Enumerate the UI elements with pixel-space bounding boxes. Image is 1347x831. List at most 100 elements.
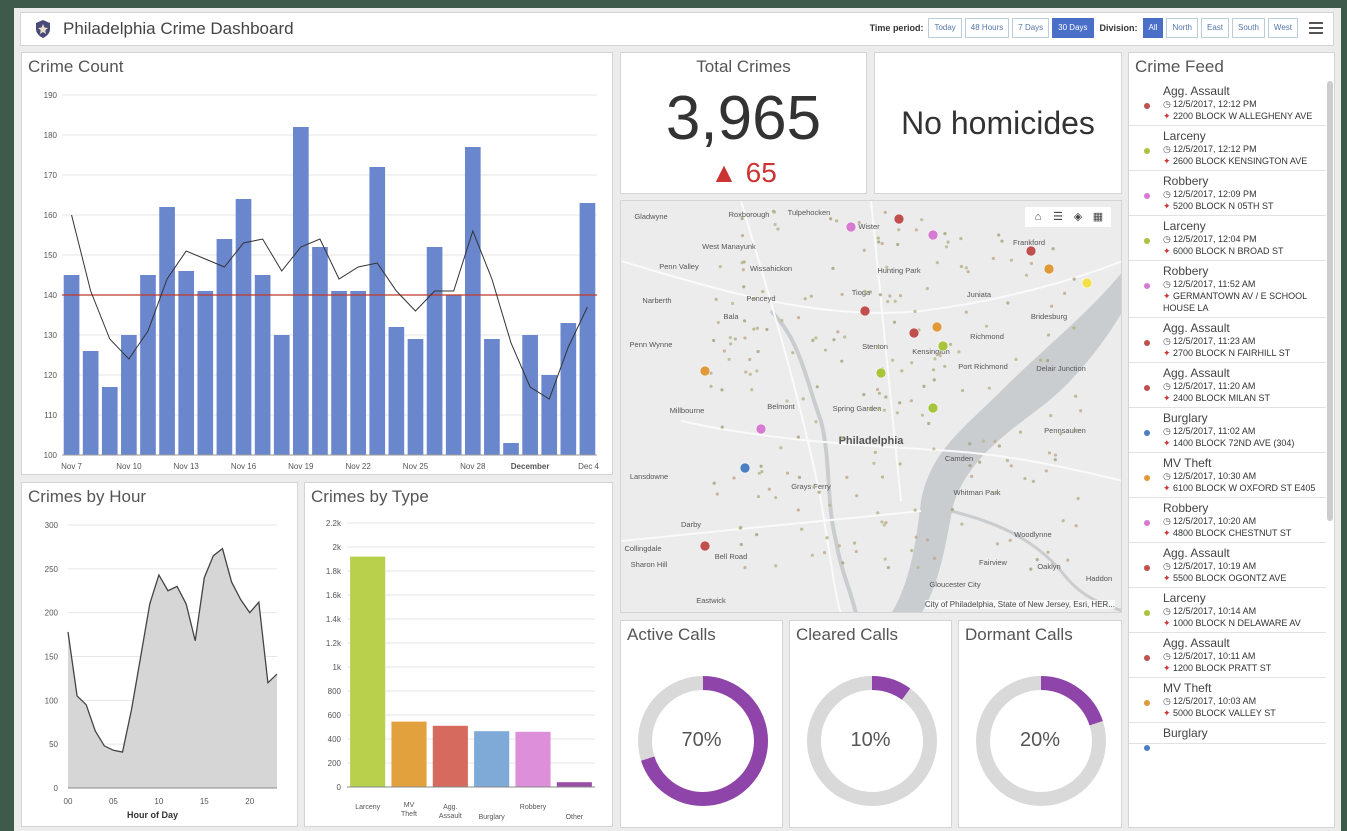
division-west-button[interactable]: West xyxy=(1267,18,1298,38)
feed-item-type: MV Theft xyxy=(1163,681,1212,695)
feed-status-dot xyxy=(1144,430,1150,436)
crime-point xyxy=(926,538,930,542)
crime-point xyxy=(840,359,844,363)
feed-scrollbar[interactable] xyxy=(1327,81,1333,521)
feed-item[interactable]: Burglary xyxy=(1129,723,1326,751)
feed-item[interactable]: MV Theft ◷ 12/5/2017, 10:30 AM ✦ 6100 BLOCK … xyxy=(1129,453,1326,498)
crime-point xyxy=(831,266,835,270)
home-icon[interactable]: ⌂ xyxy=(1029,209,1047,225)
feed-item-address-row: ✦ 2400 BLOCK MILAN ST xyxy=(1163,392,1322,404)
clock-icon: ◷ xyxy=(1163,189,1171,199)
crime-point xyxy=(1053,458,1057,462)
crime-feed-title: Crime Feed xyxy=(1135,57,1224,76)
crime-point xyxy=(868,290,872,294)
crime-point xyxy=(855,494,859,498)
feed-item[interactable]: Robbery ◷ 12/5/2017, 12:09 PM ✦ 5200 BLOCK N… xyxy=(1129,171,1326,216)
crime-point xyxy=(987,386,991,390)
pin-icon: ✦ xyxy=(1163,663,1171,673)
x-axis-label: Hour of Day xyxy=(127,810,178,820)
crime-point xyxy=(886,565,891,570)
clock-icon: ◷ xyxy=(1163,561,1171,571)
map-label: Haddon xyxy=(1086,574,1112,583)
map-canvas[interactable]: Gladwyne Roxborough Tulpehocken Wister Frank… xyxy=(621,201,1122,613)
y-tick-label: 130 xyxy=(44,331,58,340)
crime-point xyxy=(1039,358,1043,362)
division-south-button[interactable]: South xyxy=(1232,18,1265,38)
division-label: Division: xyxy=(1099,23,1138,33)
feed-item-address: GERMANTOWN AV / E SCHOOL HOUSE LA xyxy=(1163,291,1307,313)
feed-item-type: Larceny xyxy=(1163,219,1206,233)
x-tick-label: December xyxy=(511,462,550,471)
feed-item-type: Robbery xyxy=(1163,174,1209,188)
y-tick-label: 200 xyxy=(328,759,342,768)
crime-feed-list: Agg. Assault ◷ 12/5/2017, 12:12 PM ✦ 2200 BL… xyxy=(1129,81,1326,827)
legend-icon[interactable]: ☰ xyxy=(1049,209,1067,225)
time-today-button[interactable]: Today xyxy=(928,18,962,38)
bar xyxy=(273,335,290,455)
pin-icon: ✦ xyxy=(1163,618,1171,628)
feed-item-type: Agg. Assault xyxy=(1163,84,1230,98)
crime-map[interactable]: Gladwyne Roxborough Tulpehocken Wister Frank… xyxy=(620,200,1122,613)
feed-item-address: 2200 BLOCK W ALLEGHENY AVE xyxy=(1173,111,1313,121)
crime-point xyxy=(895,411,899,415)
feed-item[interactable]: Robbery ◷ 12/5/2017, 11:52 AM ✦ GERMANTOWN A… xyxy=(1129,261,1326,318)
division-all-button[interactable]: All xyxy=(1142,18,1164,38)
crime-point xyxy=(944,245,949,249)
map-label: Penceyd xyxy=(746,294,775,303)
crime-point xyxy=(968,463,972,468)
feed-status-dot xyxy=(1144,283,1150,289)
y-tick-label: 180 xyxy=(44,131,58,140)
crime-point xyxy=(909,399,913,403)
crime-point xyxy=(883,557,887,561)
map-label: Richmond xyxy=(970,332,1004,341)
crime-point xyxy=(720,425,724,429)
crime-point xyxy=(852,541,857,545)
division-east-button[interactable]: East xyxy=(1201,18,1230,38)
app-header: Philadelphia Crime Dashboard Time period… xyxy=(20,12,1334,46)
crime-point xyxy=(931,368,936,372)
crime-point xyxy=(875,387,880,392)
feed-item[interactable]: Larceny ◷ 12/5/2017, 12:12 PM ✦ 2600 BLOCK K… xyxy=(1129,126,1326,171)
crime-point xyxy=(910,548,914,553)
feed-item[interactable]: Agg. Assault ◷ 12/5/2017, 10:19 AM ✦ 5500 BL… xyxy=(1129,543,1326,588)
crime-point xyxy=(752,327,756,331)
crime-point xyxy=(960,522,964,526)
time-48h-button[interactable]: 48 Hours xyxy=(964,18,1010,38)
x-tick-label: Nov 10 xyxy=(116,462,142,471)
active-calls-value: 70% xyxy=(681,729,722,751)
feed-item[interactable]: Burglary ◷ 12/5/2017, 11:02 AM ✦ 1400 BLOCK … xyxy=(1129,408,1326,453)
time-30d-button[interactable]: 30 Days xyxy=(1052,18,1094,38)
feed-item-time: 12/5/2017, 12:04 PM xyxy=(1173,234,1257,244)
crime-point xyxy=(888,294,892,298)
crime-point xyxy=(970,474,974,479)
x-tick-label: Robbery xyxy=(520,804,547,811)
feed-item[interactable]: Robbery ◷ 12/5/2017, 10:20 AM ✦ 4800 BLOCK C… xyxy=(1129,498,1326,543)
map-label: Tioga xyxy=(852,288,871,297)
feed-item[interactable]: Larceny ◷ 12/5/2017, 10:14 AM ✦ 1000 BLOCK N… xyxy=(1129,588,1326,633)
feed-item[interactable]: Agg. Assault ◷ 12/5/2017, 10:11 AM ✦ 1200 BL… xyxy=(1129,633,1326,678)
bar xyxy=(541,375,558,455)
crime-point xyxy=(840,436,844,440)
feed-item[interactable]: MV Theft ◷ 12/5/2017, 10:03 AM ✦ 5000 BLOCK … xyxy=(1129,678,1326,723)
menu-icon[interactable] xyxy=(1309,22,1323,34)
feed-item[interactable]: Larceny ◷ 12/5/2017, 12:04 PM ✦ 6000 BLOCK N… xyxy=(1129,216,1326,261)
crime-point xyxy=(742,319,747,323)
pin-icon: ✦ xyxy=(1163,201,1171,211)
feed-item[interactable]: Agg. Assault ◷ 12/5/2017, 11:20 AM ✦ 2400 BL… xyxy=(1129,363,1326,408)
crime-point xyxy=(995,542,1000,546)
feed-item-address-row: ✦ 1200 BLOCK PRATT ST xyxy=(1163,662,1322,674)
feed-item-address-row: ✦ 2200 BLOCK W ALLEGHENY AVE xyxy=(1163,110,1322,122)
division-north-button[interactable]: North xyxy=(1166,18,1198,38)
feed-item[interactable]: Agg. Assault ◷ 12/5/2017, 11:23 AM ✦ 2700 BL… xyxy=(1129,318,1326,363)
time-7d-button[interactable]: 7 Days xyxy=(1012,18,1050,38)
crime-point xyxy=(722,349,726,353)
map-label: Wissahickon xyxy=(750,264,792,273)
crime-marker xyxy=(927,229,939,241)
y-tick-label: 150 xyxy=(44,251,58,260)
map-label: Belmont xyxy=(767,402,795,411)
bar xyxy=(63,275,80,455)
layers-icon[interactable]: ◈ xyxy=(1069,209,1087,225)
crime-marker xyxy=(893,213,905,225)
feed-item[interactable]: Agg. Assault ◷ 12/5/2017, 12:12 PM ✦ 2200 BL… xyxy=(1129,81,1326,126)
basemap-icon[interactable]: ▦ xyxy=(1089,209,1107,225)
